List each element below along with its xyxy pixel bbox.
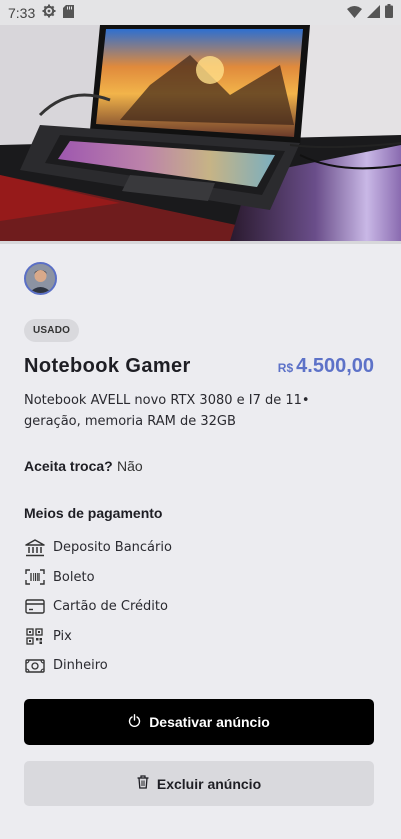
trade-value: Não	[117, 458, 143, 474]
sd-card-icon	[63, 4, 75, 21]
status-time: 7:33	[8, 4, 36, 21]
trash-icon	[137, 775, 149, 792]
payment-method-label: Cartão de Crédito	[53, 599, 168, 615]
seller-avatar[interactable]	[24, 262, 57, 295]
barcode-icon	[24, 567, 45, 588]
money-icon	[24, 655, 45, 676]
wifi-icon	[347, 5, 362, 21]
settings-gear-icon	[42, 4, 56, 21]
power-icon	[128, 714, 141, 730]
delete-ad-button[interactable]: Excluir anúncio	[24, 761, 374, 806]
ad-description: Notebook AVELL novo RTX 3080 e I7 de 11•…	[24, 393, 310, 429]
condition-badge: USADO	[24, 319, 80, 342]
credit-card-icon	[24, 596, 45, 617]
payment-method-item: Boleto	[24, 563, 172, 593]
qr-code-icon	[24, 626, 45, 647]
cell-signal-icon	[367, 4, 380, 21]
product-photo[interactable]	[0, 25, 401, 244]
payment-method-label: Boleto	[53, 569, 95, 585]
ad-title: Notebook Gamer	[24, 355, 191, 377]
payment-method-label: Dinheiro	[53, 658, 108, 674]
battery-icon	[385, 4, 393, 21]
payment-methods-title: Meios de pagamento	[24, 505, 163, 521]
payment-method-item: Pix	[24, 622, 172, 652]
trade-info: Aceita troca? Não	[24, 458, 143, 475]
payment-methods-list: Deposito Bancário Boleto Cartão de Crédi…	[24, 533, 172, 681]
payment-method-label: Pix	[53, 628, 72, 644]
payment-method-item: Cartão de Crédito	[24, 592, 172, 622]
bank-icon	[24, 537, 45, 558]
trade-label: Aceita troca?	[24, 458, 113, 474]
price-value: 4.500,00	[296, 355, 374, 377]
price-currency: R$	[277, 361, 294, 375]
payment-method-item: Deposito Bancário	[24, 533, 172, 563]
deactivate-ad-label: Desativar anúncio	[149, 714, 270, 730]
deactivate-ad-button[interactable]: Desativar anúncio	[24, 699, 374, 745]
status-bar: 7:33	[0, 0, 401, 25]
payment-method-label: Deposito Bancário	[53, 540, 172, 556]
ad-price: R$ 4.500,00	[278, 355, 374, 378]
delete-ad-label: Excluir anúncio	[156, 775, 262, 792]
payment-method-item: Dinheiro	[24, 651, 172, 681]
